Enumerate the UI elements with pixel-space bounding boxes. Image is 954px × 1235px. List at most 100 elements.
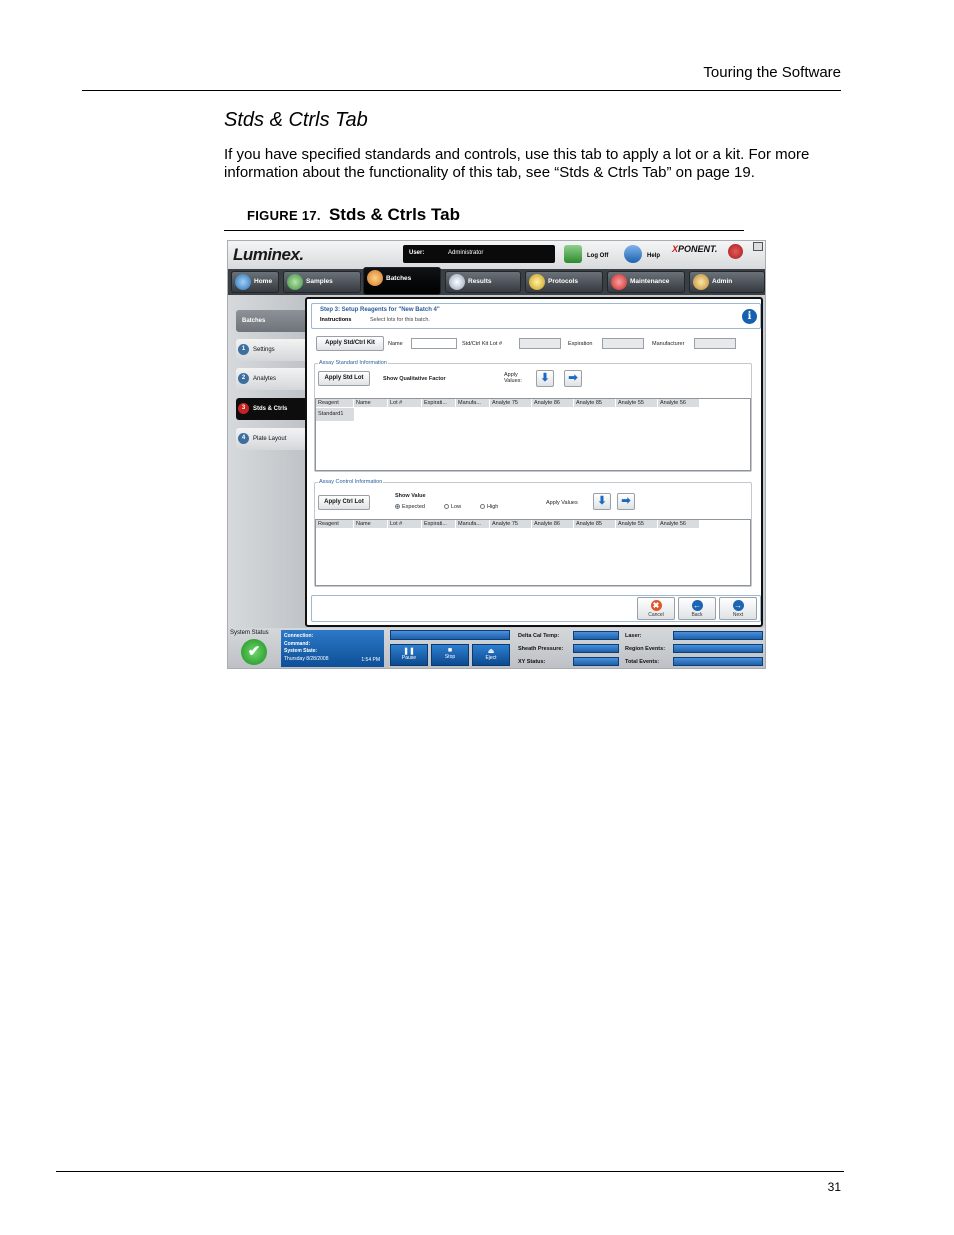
next-button[interactable]: → Next (719, 597, 757, 620)
xponent-logo: XPONENT. (672, 244, 718, 254)
radio-selected-icon (395, 504, 400, 509)
command-progress-bar (390, 630, 510, 640)
eject-button[interactable]: ⏏ Eject (472, 644, 510, 666)
user-box: User: Administrator (403, 245, 555, 263)
sidebar-item-analytes[interactable]: 2 Analytes (236, 368, 306, 390)
apply-std-lot-button[interactable]: Apply Std Lot (318, 371, 370, 386)
column-header[interactable]: Analyte 85 (574, 399, 616, 407)
control-info-group: Assay Control Information Apply Ctrl Lot… (314, 479, 752, 587)
show-qualitative-factor[interactable]: Show Qualitative Factor (383, 376, 446, 382)
column-header[interactable]: Analyte 86 (532, 520, 574, 528)
step-header: Step 3: Setup Reagents for "New Batch 4"… (311, 303, 761, 329)
protocols-icon (529, 274, 545, 290)
tab-results[interactable]: Results (445, 271, 521, 293)
column-header[interactable]: Name (354, 399, 388, 407)
column-header[interactable]: Analyte 55 (616, 399, 658, 407)
log-off-icon[interactable] (564, 245, 582, 263)
controls-grid-header: Reagent Name Lot # Expirati... Manufa...… (316, 520, 700, 528)
laser-label: Laser: (625, 633, 642, 639)
name-field[interactable] (411, 338, 457, 349)
samples-icon (287, 274, 303, 290)
system-status-label: System Status (230, 630, 269, 636)
main-tabs: Home Samples Batches Results Protocols M… (228, 267, 765, 295)
expiration-label: Expiration (568, 341, 593, 347)
column-header[interactable]: Lot # (388, 520, 422, 528)
table-row[interactable]: Standard1 (316, 408, 354, 421)
stop-button[interactable]: ■ Stop (431, 644, 469, 666)
sidebar-header-batches[interactable]: Batches (236, 310, 306, 332)
apply-ctrl-lot-button[interactable]: Apply Ctrl Lot (318, 495, 370, 510)
system-state-label: System State: (284, 648, 318, 654)
app-screenshot: Luminex. User: Administrator Log Off Hel… (227, 240, 766, 669)
kit-lot-label: Std/Ctrl Kit Lot # (462, 341, 503, 347)
column-header[interactable]: Analyte 56 (658, 520, 700, 528)
column-header[interactable]: Analyte 75 (490, 399, 532, 407)
section-paragraph: If you have specified standards and cont… (224, 146, 810, 181)
back-arrow-icon: ← (691, 600, 703, 611)
apply-kit-button[interactable]: Apply Std/Ctrl Kit (316, 336, 384, 351)
help-icon[interactable] (624, 245, 642, 263)
region-events-value (673, 644, 763, 653)
cancel-button[interactable]: ✖ Cancel (637, 597, 675, 620)
apply-values-label: Apply Values (546, 500, 578, 506)
tab-home[interactable]: Home (231, 271, 279, 293)
status-ok-check-icon: ✔ (241, 639, 267, 665)
section-title: Stds & Ctrls Tab (224, 109, 368, 131)
sidebar-item-plate-layout[interactable]: 4 Plate Layout (236, 428, 306, 450)
region-events-label: Region Events: (625, 646, 666, 652)
delta-cal-temp-label: Delta Cal Temp: (518, 633, 560, 639)
apply-right-arrow-icon[interactable]: ➡ (617, 493, 635, 510)
radio-expected[interactable]: Expected (395, 504, 425, 510)
tab-maintenance[interactable]: Maintenance (607, 271, 685, 293)
pause-button[interactable]: ❚❚ Pause (390, 644, 428, 666)
radio-low[interactable]: Low (444, 504, 461, 510)
sheath-pressure-value (573, 644, 619, 653)
tab-batches[interactable]: Batches (363, 267, 441, 295)
help-button[interactable]: Help (647, 253, 660, 259)
column-header[interactable]: Manufa... (456, 399, 490, 407)
window-icon[interactable] (753, 242, 763, 251)
sheath-pressure-label: Sheath Pressure: (518, 646, 564, 652)
column-header[interactable]: Expirati... (422, 399, 456, 407)
column-header[interactable]: Lot # (388, 399, 422, 407)
kit-lot-field (519, 338, 561, 349)
column-header[interactable]: Name (354, 520, 388, 528)
column-header[interactable]: Manufa... (456, 520, 490, 528)
radio-high[interactable]: High (480, 504, 498, 510)
apply-down-arrow-icon[interactable]: ⬇ (593, 493, 611, 510)
column-header[interactable]: Expirati... (422, 520, 456, 528)
sidebar-item-settings[interactable]: 1 Settings (236, 339, 306, 361)
instructions-label: Instructions (320, 317, 352, 323)
top-bar: Luminex. User: Administrator Log Off Hel… (228, 241, 765, 269)
column-header[interactable]: Analyte 86 (532, 399, 574, 407)
batch-steps-sidebar: Batches 1 Settings 2 Analytes 3 Stds & Ctrl… (228, 295, 306, 628)
apply-values-label: Apply Values: (504, 372, 522, 384)
column-header[interactable]: Analyte 85 (574, 520, 616, 528)
status-time: 1:54 PM (361, 656, 380, 663)
controls-grid: Reagent Name Lot # Expirati... Manufa...… (315, 519, 751, 586)
info-icon[interactable]: i (742, 309, 757, 324)
apply-down-arrow-icon[interactable]: ⬇ (536, 370, 554, 387)
laser-value (673, 631, 763, 640)
column-header[interactable]: Analyte 75 (490, 520, 532, 528)
running-header: Touring the Software (703, 64, 841, 81)
sidebar-item-stds-ctrls[interactable]: 3 Stds & Ctrls (236, 398, 306, 420)
tab-samples[interactable]: Samples (283, 271, 361, 293)
apply-right-arrow-icon[interactable]: ➡ (564, 370, 582, 387)
luminex-logo: Luminex. (233, 245, 304, 264)
column-header[interactable]: Reagent (316, 399, 354, 407)
total-events-label: Total Events: (625, 659, 660, 665)
column-header[interactable]: Analyte 55 (616, 520, 658, 528)
manufacturer-label: Manufacturer (652, 341, 685, 347)
log-off-button[interactable]: Log Off (587, 253, 608, 259)
user-label: User: (409, 250, 425, 256)
radio-icon (480, 504, 485, 509)
page-number: 31 (827, 1180, 841, 1194)
column-header[interactable]: Reagent (316, 520, 354, 528)
column-header[interactable]: Analyte 56 (658, 399, 700, 407)
eject-icon: ⏏ (487, 648, 495, 655)
tab-admin[interactable]: Admin (689, 271, 765, 293)
back-button[interactable]: ← Back (678, 597, 716, 620)
tab-protocols[interactable]: Protocols (525, 271, 603, 293)
figure-rule (224, 230, 744, 231)
